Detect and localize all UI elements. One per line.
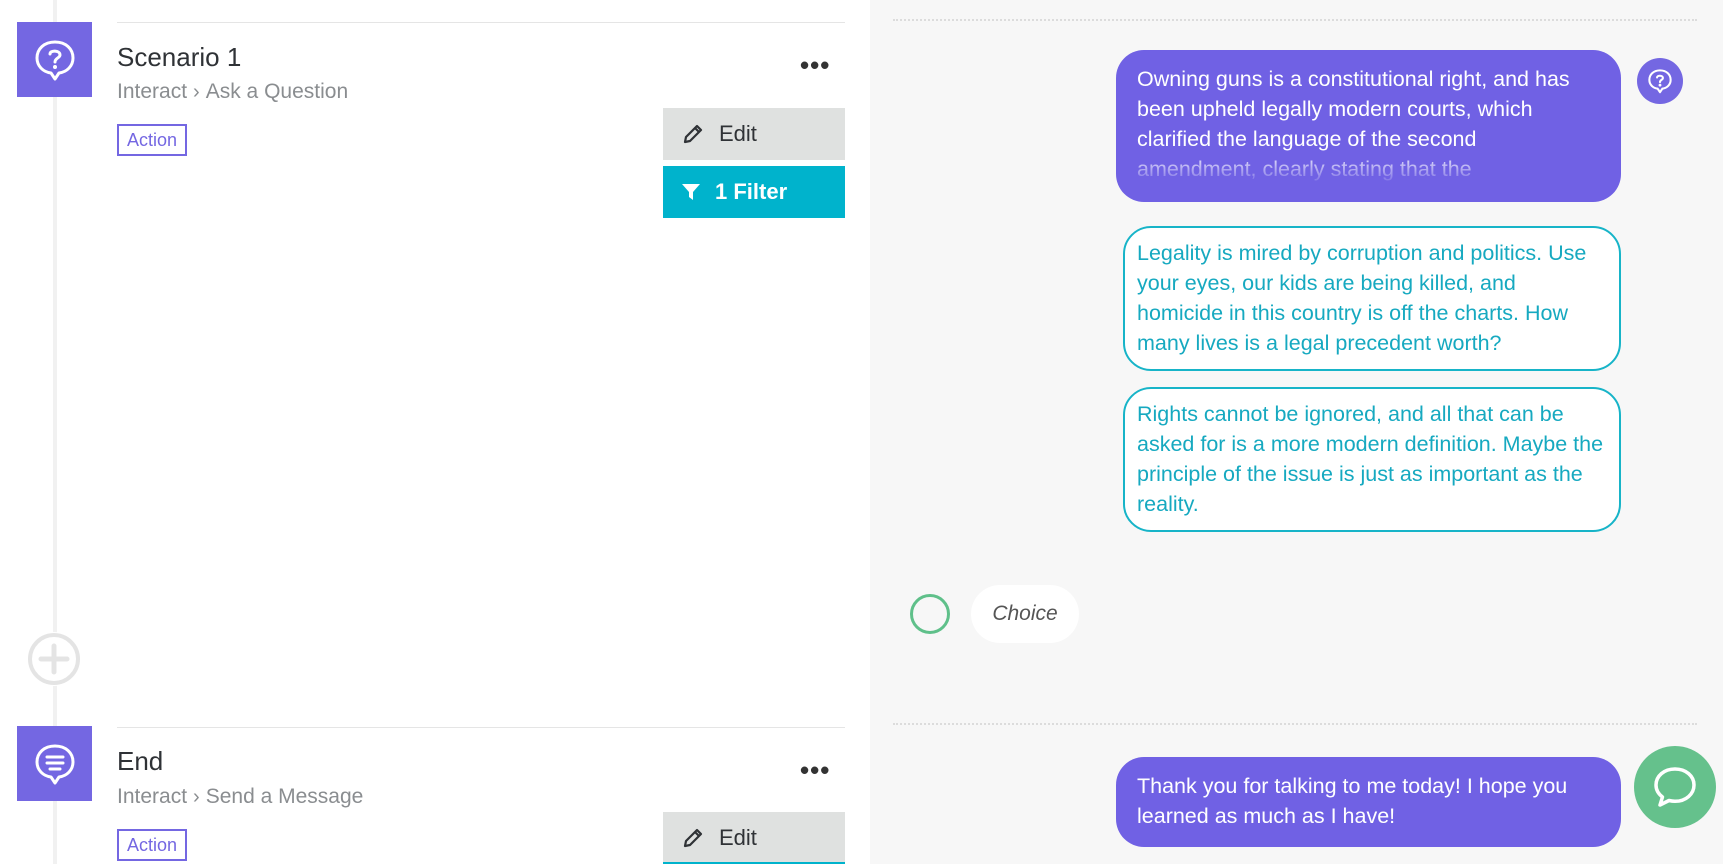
bot-question-bubble: Owning guns is a constitutional right, a… bbox=[1116, 50, 1621, 202]
bot-question-text: Owning guns is a constitutional right, a… bbox=[1137, 67, 1570, 181]
choice-pill[interactable]: Choice bbox=[971, 585, 1079, 643]
step-builder-panel: Scenario 1 Interact › Ask a Question Act… bbox=[0, 0, 870, 864]
plus-circle-icon bbox=[28, 633, 80, 685]
filter-icon bbox=[682, 184, 700, 200]
chevron-right-icon: › bbox=[193, 80, 200, 103]
question-bubble-icon[interactable] bbox=[17, 22, 92, 97]
bot-end-bubble: Thank you for talking to me today! I hop… bbox=[1116, 757, 1621, 847]
edit-label: Edit bbox=[719, 825, 757, 850]
choice-radio[interactable] bbox=[910, 594, 950, 634]
dotted-divider bbox=[893, 19, 1697, 21]
answer-option-2[interactable]: Rights cannot be ignored, and all that c… bbox=[1123, 387, 1621, 532]
edit-label: Edit bbox=[719, 121, 757, 146]
step-breadcrumb: Interact › Ask a Question bbox=[117, 80, 348, 104]
action-badge: Action bbox=[117, 829, 188, 861]
filter-button[interactable]: 1 Filter bbox=[663, 166, 845, 218]
add-step-button[interactable] bbox=[27, 632, 81, 686]
choice-label: Choice bbox=[992, 602, 1058, 625]
breadcrumb-parent: Interact bbox=[117, 80, 188, 103]
edit-button[interactable]: Edit bbox=[663, 812, 845, 864]
breadcrumb-child: Send a Message bbox=[205, 785, 364, 808]
step-title: End bbox=[117, 746, 164, 776]
breadcrumb-parent: Interact bbox=[117, 785, 188, 808]
step-breadcrumb: Interact › Send a Message bbox=[117, 785, 363, 809]
chevron-right-icon: › bbox=[193, 785, 200, 808]
step-title: Scenario 1 bbox=[117, 42, 242, 72]
answer-option-text: Rights cannot be ignored, and all that c… bbox=[1137, 402, 1604, 516]
step-divider bbox=[117, 727, 845, 728]
step-divider bbox=[117, 22, 845, 23]
filter-label: 1 Filter bbox=[715, 179, 788, 204]
answer-option-text: Legality is mired by corruption and poli… bbox=[1137, 241, 1587, 355]
edit-button[interactable]: Edit bbox=[663, 108, 845, 160]
chat-bubble-icon[interactable] bbox=[1634, 746, 1716, 828]
more-options-button[interactable]: ••• bbox=[800, 50, 830, 81]
bot-end-text: Thank you for talking to me today! I hop… bbox=[1137, 774, 1568, 828]
answer-option-1[interactable]: Legality is mired by corruption and poli… bbox=[1123, 226, 1621, 371]
more-options-button[interactable]: ••• bbox=[800, 755, 830, 786]
pencil-icon bbox=[683, 828, 703, 848]
bot-question-text-wrap: Owning guns is a constitutional right, a… bbox=[1137, 64, 1600, 184]
pencil-icon bbox=[683, 124, 703, 144]
question-avatar-icon bbox=[1637, 58, 1683, 104]
message-bubble-icon[interactable] bbox=[17, 726, 92, 801]
breadcrumb-child: Ask a Question bbox=[205, 80, 349, 103]
dotted-divider bbox=[893, 723, 1697, 725]
action-badge: Action bbox=[117, 124, 188, 156]
